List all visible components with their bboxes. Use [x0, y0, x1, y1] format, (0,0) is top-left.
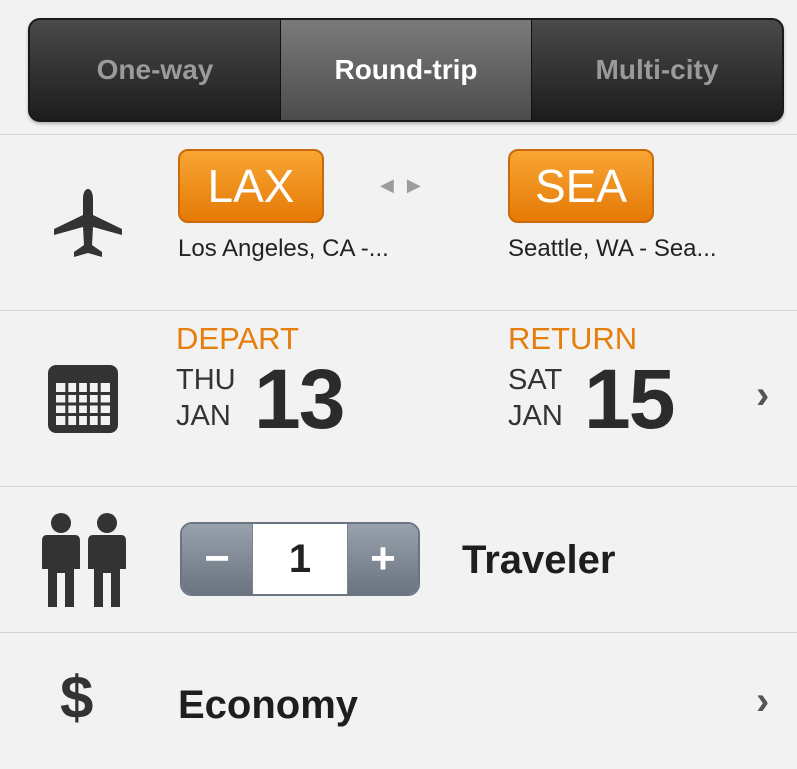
traveler-count: 1: [252, 524, 348, 594]
route-row: LAX ◀ ▶ SEA Los Angeles, CA -... Seattle…: [0, 134, 797, 311]
decrement-button[interactable]: −: [182, 524, 252, 594]
depart-month: JAN: [176, 400, 231, 432]
chevron-right-icon[interactable]: ›: [756, 679, 769, 724]
return-day: 15: [584, 352, 675, 446]
trip-type-segmented-control: One-way Round-trip Multi-city: [28, 18, 784, 122]
traveler-label: Traveler: [462, 538, 616, 582]
travelers-icon: [42, 513, 126, 607]
tab-multi-city[interactable]: Multi-city: [531, 20, 782, 120]
return-weekday: SAT: [508, 364, 563, 396]
tab-round-trip[interactable]: Round-trip: [280, 20, 531, 120]
origin-airport-button[interactable]: LAX: [178, 149, 324, 223]
destination-city-label: Seattle, WA - Sea...: [508, 235, 717, 262]
destination-airport-button[interactable]: SEA: [508, 149, 654, 223]
swap-arrows-icon[interactable]: ◀ ▶: [380, 175, 425, 196]
increment-button[interactable]: +: [348, 524, 418, 594]
return-month: JAN: [508, 400, 563, 432]
dollar-icon: $: [60, 664, 94, 731]
calendar-icon: [48, 365, 118, 433]
chevron-right-icon[interactable]: ›: [756, 373, 769, 418]
traveler-stepper: − 1 +: [180, 522, 420, 596]
airplane-icon: [54, 189, 122, 257]
dates-row[interactable]: DEPART THU JAN 13 RETURN SAT JAN 15 ›: [0, 310, 797, 487]
cabin-class-row[interactable]: $ Economy ›: [0, 632, 797, 769]
cabin-class-label: Economy: [178, 683, 359, 727]
depart-weekday: THU: [176, 364, 236, 396]
depart-day: 13: [254, 352, 345, 446]
tab-one-way[interactable]: One-way: [30, 20, 280, 120]
origin-city-label: Los Angeles, CA -...: [178, 235, 389, 262]
